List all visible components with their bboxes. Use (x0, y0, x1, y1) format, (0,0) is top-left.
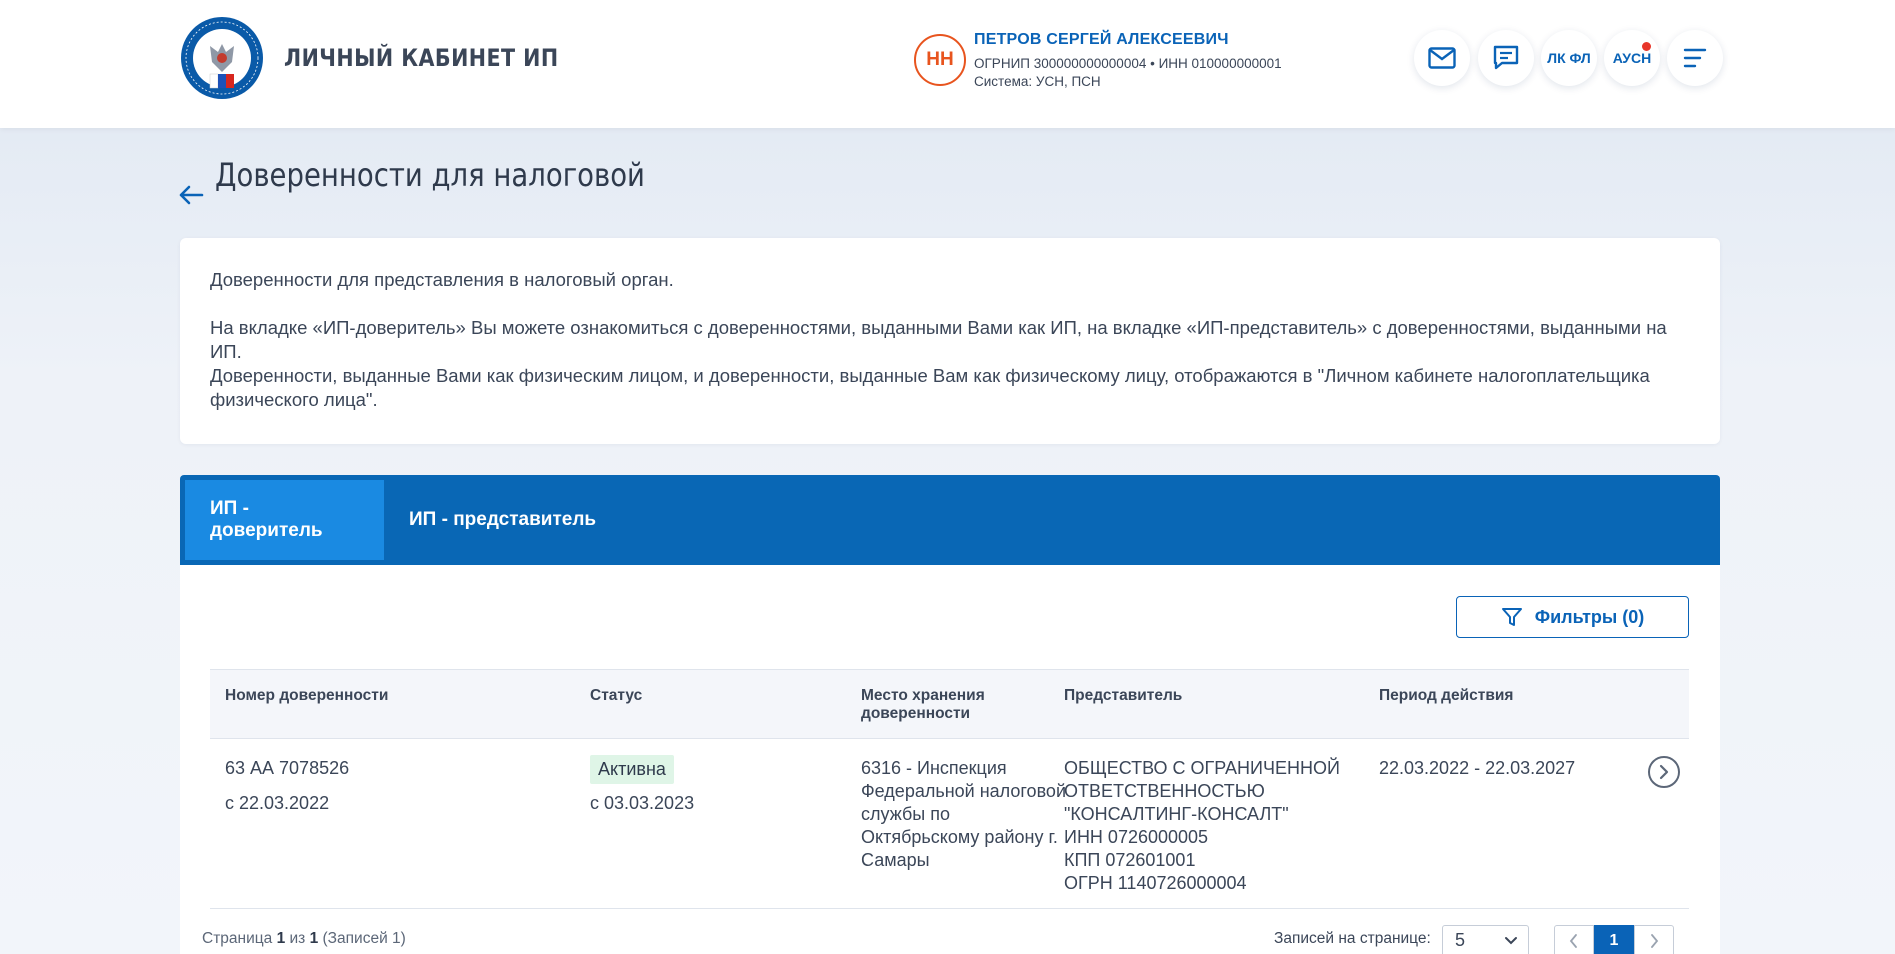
info-card: Доверенности для представления в налогов… (180, 238, 1720, 444)
header-status: Статус (590, 687, 643, 704)
per-page-select[interactable]: 5 (1442, 925, 1529, 954)
per-page-value: 5 (1455, 930, 1466, 950)
user-identifiers: ОГРНИП 300000000000004 • ИНН 01000000000… (974, 56, 1282, 71)
page-title: Доверенности для налоговой (215, 156, 645, 194)
poa-number: 63 АА 7078526 (225, 758, 350, 778)
chevron-left-icon (1569, 934, 1577, 948)
header-period: Период действия (1379, 687, 1514, 704)
chevron-right-icon (1651, 934, 1659, 948)
chat-icon (1493, 45, 1519, 70)
status-date: с 03.03.2023 (590, 793, 695, 813)
row-open-button[interactable] (1648, 756, 1680, 788)
lk-fl-button[interactable]: ЛК ФЛ (1541, 30, 1597, 86)
hamburger-menu-icon (1683, 48, 1707, 68)
header-storage: Место хранения доверенности (861, 687, 985, 722)
envelope-icon (1428, 47, 1456, 69)
poa-panel: ИП - доверитель ИП - представитель Фильт… (180, 475, 1720, 954)
representative-cell: ОБЩЕСТВО С ОГРАНИЧЕННОЙ ОТВЕТСТВЕННОСТЬЮ… (1064, 757, 1364, 895)
ausn-label: АУСН (1612, 50, 1652, 66)
header-number: Номер доверенности (225, 687, 389, 704)
filters-label: Фильтры (0) (1534, 606, 1645, 627)
user-name[interactable]: ПЕТРОВ СЕРГЕЙ АЛЕКСЕЕВИЧ (974, 31, 1229, 49)
status-cell: Активна с 03.03.2023 (590, 755, 694, 815)
tab-bar: ИП - доверитель ИП - представитель (180, 475, 1720, 565)
representative-name: ОБЩЕСТВО С ОГРАНИЧЕННОЙ ОТВЕТСТВЕННОСТЬЮ… (1064, 758, 1340, 824)
fns-emblem-logo[interactable] (180, 16, 264, 100)
funnel-icon (1501, 608, 1522, 626)
chevron-down-icon (1505, 937, 1517, 945)
chat-button[interactable] (1478, 30, 1534, 86)
back-arrow-icon[interactable] (178, 182, 204, 208)
period-cell: 22.03.2022 - 22.03.2027 (1379, 758, 1576, 778)
user-tax-system: Система: УСН, ПСН (974, 74, 1101, 89)
per-page-label: Записей на странице: (1274, 930, 1431, 947)
app-title: ЛИЧНЫЙ КАБИНЕТ ИП (284, 44, 559, 72)
header-representative: Представитель (1064, 687, 1183, 704)
status-badge: Активна (590, 755, 674, 784)
pager-next-button[interactable] (1634, 925, 1674, 954)
pager-prev-button[interactable] (1554, 925, 1594, 954)
representative-kpp: КПП 072601001 (1064, 850, 1196, 870)
poa-table: Номер доверенности Статус Место хранения… (210, 669, 1689, 909)
pager-page-1[interactable]: 1 (1594, 925, 1634, 954)
poa-number-date: с 22.03.2022 (225, 793, 330, 813)
table-header: Номер доверенности Статус Место хранения… (210, 669, 1689, 739)
storage-cell: 6316 - Инспекция Федеральной налоговой с… (861, 758, 1066, 870)
ausn-button[interactable]: АУСН (1604, 30, 1660, 86)
representative-ogrn: ОГРН 1140726000004 (1064, 873, 1247, 893)
page-counter: Страница 1 из 1 (Записей 1) (202, 930, 406, 947)
info-line-tabs: На вкладке «ИП-доверитель» Вы можете озн… (210, 317, 1667, 362)
mail-button[interactable] (1414, 30, 1470, 86)
poa-number-cell: 63 АА 7078526 с 22.03.2022 (225, 757, 349, 815)
chevron-right-icon (1659, 764, 1669, 780)
tab-ip-representative[interactable]: ИП - представитель (384, 480, 621, 560)
user-avatar[interactable]: НН (914, 34, 966, 86)
tab-ip-principal[interactable]: ИП - доверитель (185, 480, 384, 560)
filters-button[interactable]: Фильтры (0) (1456, 596, 1689, 638)
menu-button[interactable] (1667, 30, 1723, 86)
representative-inn: ИНН 0726000005 (1064, 827, 1209, 847)
header: ЛИЧНЫЙ КАБИНЕТ ИП НН ПЕТРОВ СЕРГЕЙ АЛЕКС… (0, 0, 1895, 128)
table-row[interactable]: 63 АА 7078526 с 22.03.2022 Активна с 03.… (210, 739, 1689, 909)
lk-fl-label: ЛК ФЛ (1547, 50, 1591, 66)
info-line-intro: Доверенности для представления в налогов… (210, 269, 674, 290)
info-line-personal: Доверенности, выданные Вами как физическ… (210, 365, 1650, 410)
notification-dot (1642, 42, 1651, 51)
